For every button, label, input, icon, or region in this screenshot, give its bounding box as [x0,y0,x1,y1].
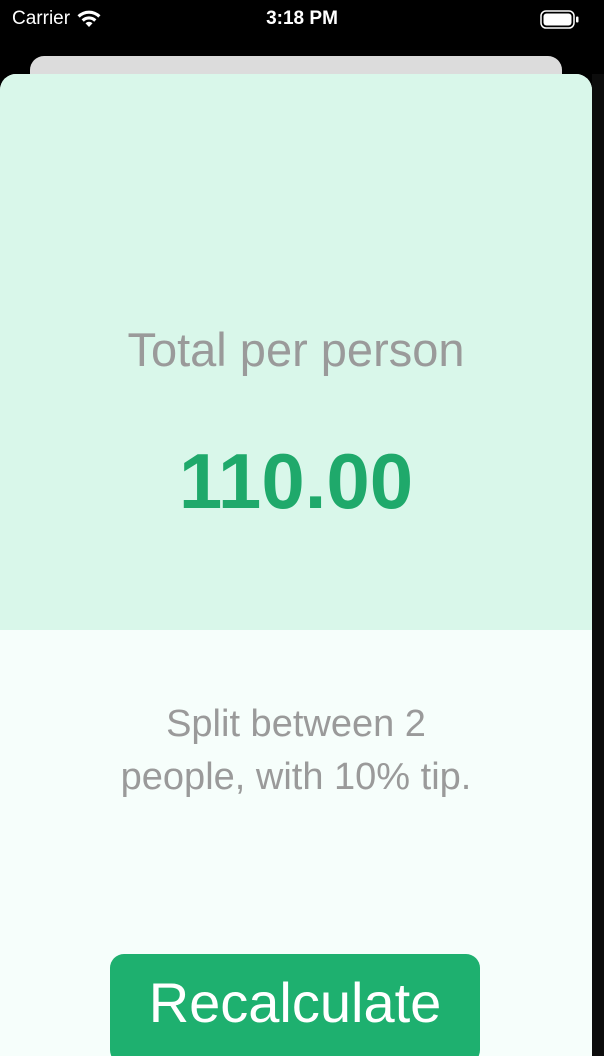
app-screen: Carrier 3:18 PM Total per person 110.00 [0,0,604,1056]
recalculate-button[interactable]: Recalculate [110,954,480,1056]
settings-summary: Split between 2 people, with 10% tip. [70,698,522,804]
screen-edge [592,74,604,1056]
settings-line-1: Split between 2 [166,703,426,745]
status-bar: Carrier 3:18 PM [0,0,604,40]
result-sheet: Total per person 110.00 Split between 2 … [0,74,592,1056]
total-panel: Total per person 110.00 [0,74,592,630]
clock: 3:18 PM [266,8,338,29]
total-value: 110.00 [178,437,414,525]
total-label: Total per person [127,323,465,376]
settings-line-2: people, with 10% tip. [120,756,472,798]
battery-icon [540,10,580,29]
